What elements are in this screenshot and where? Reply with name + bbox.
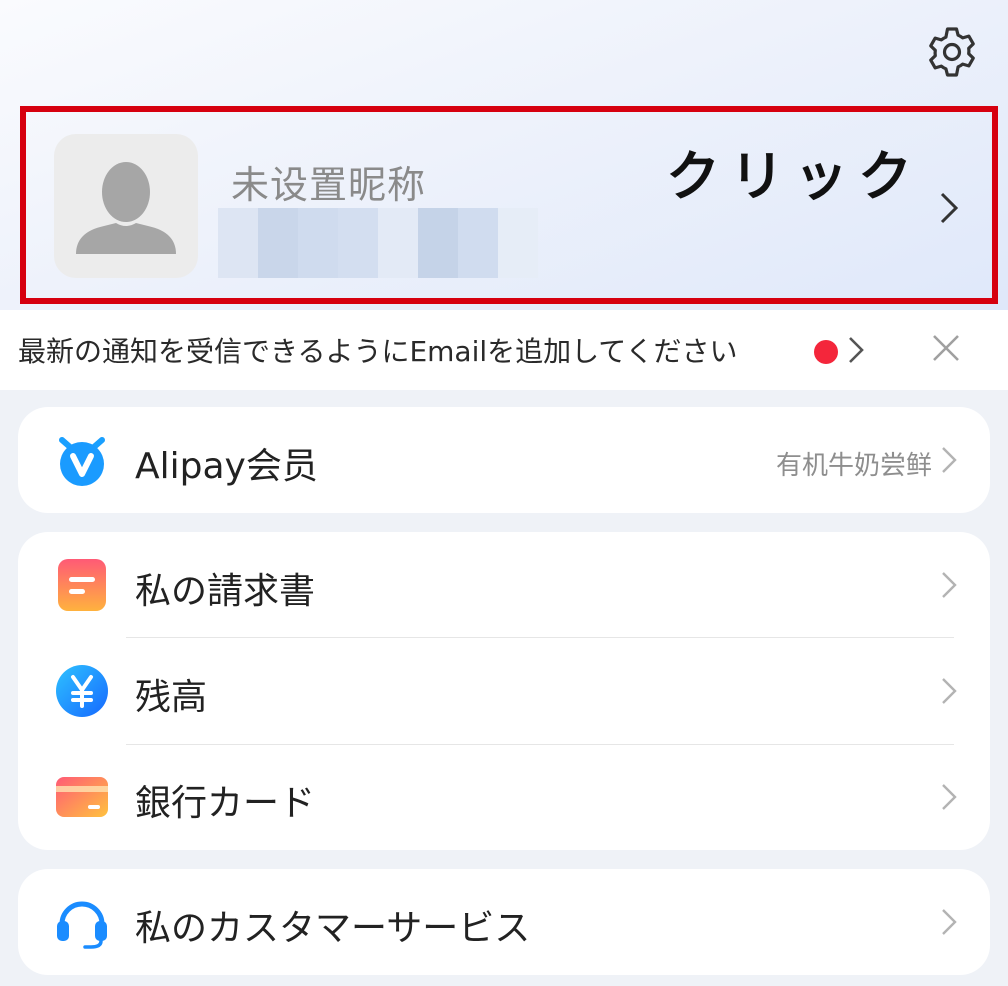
bank-card-row[interactable]: 銀行カード: [18, 744, 990, 850]
bill-icon: [58, 559, 106, 611]
row-label: 残高: [135, 677, 208, 718]
alipay-member-row[interactable]: Alipay会员 有机牛奶尝鲜: [18, 407, 990, 513]
balance-row[interactable]: 残高: [18, 638, 990, 744]
row-label: 銀行カード: [135, 783, 316, 824]
membership-card: Alipay会员 有机牛奶尝鲜: [18, 407, 990, 513]
service-card: 私のカスタマーサービス: [18, 869, 990, 975]
headset-icon: [57, 901, 107, 949]
notification-dot: [814, 340, 838, 364]
row-label: 私の請求書: [135, 571, 316, 612]
chevron-right-icon: [942, 678, 957, 704]
finance-card: 私の請求書 残高 銀行カード: [18, 532, 990, 850]
chevron-right-icon: [942, 784, 957, 810]
chevron-right-icon: [942, 909, 957, 935]
bill-row[interactable]: 私の請求書: [18, 532, 990, 638]
row-sublabel: 有机牛奶尝鲜: [775, 451, 932, 481]
chevron-right-icon: [849, 337, 864, 363]
bank-card-icon: [56, 777, 108, 817]
gear-icon[interactable]: [924, 24, 980, 80]
row-label: Alipay会员: [135, 446, 318, 487]
alipay-member-icon: [59, 437, 105, 486]
email-notice-bar[interactable]: 最新の通知を受信できるようにEmailを追加してください: [0, 310, 1008, 390]
row-label: 私のカスタマーサービス: [135, 908, 531, 949]
yen-balance-icon: [56, 665, 108, 717]
notice-text: 最新の通知を受信できるようにEmailを追加してください: [18, 335, 738, 368]
chevron-right-icon: [942, 572, 957, 598]
close-icon[interactable]: [928, 330, 964, 366]
customer-service-row[interactable]: 私のカスタマーサービス: [18, 869, 990, 975]
highlight-box: [20, 106, 998, 304]
chevron-right-icon: [942, 447, 957, 473]
